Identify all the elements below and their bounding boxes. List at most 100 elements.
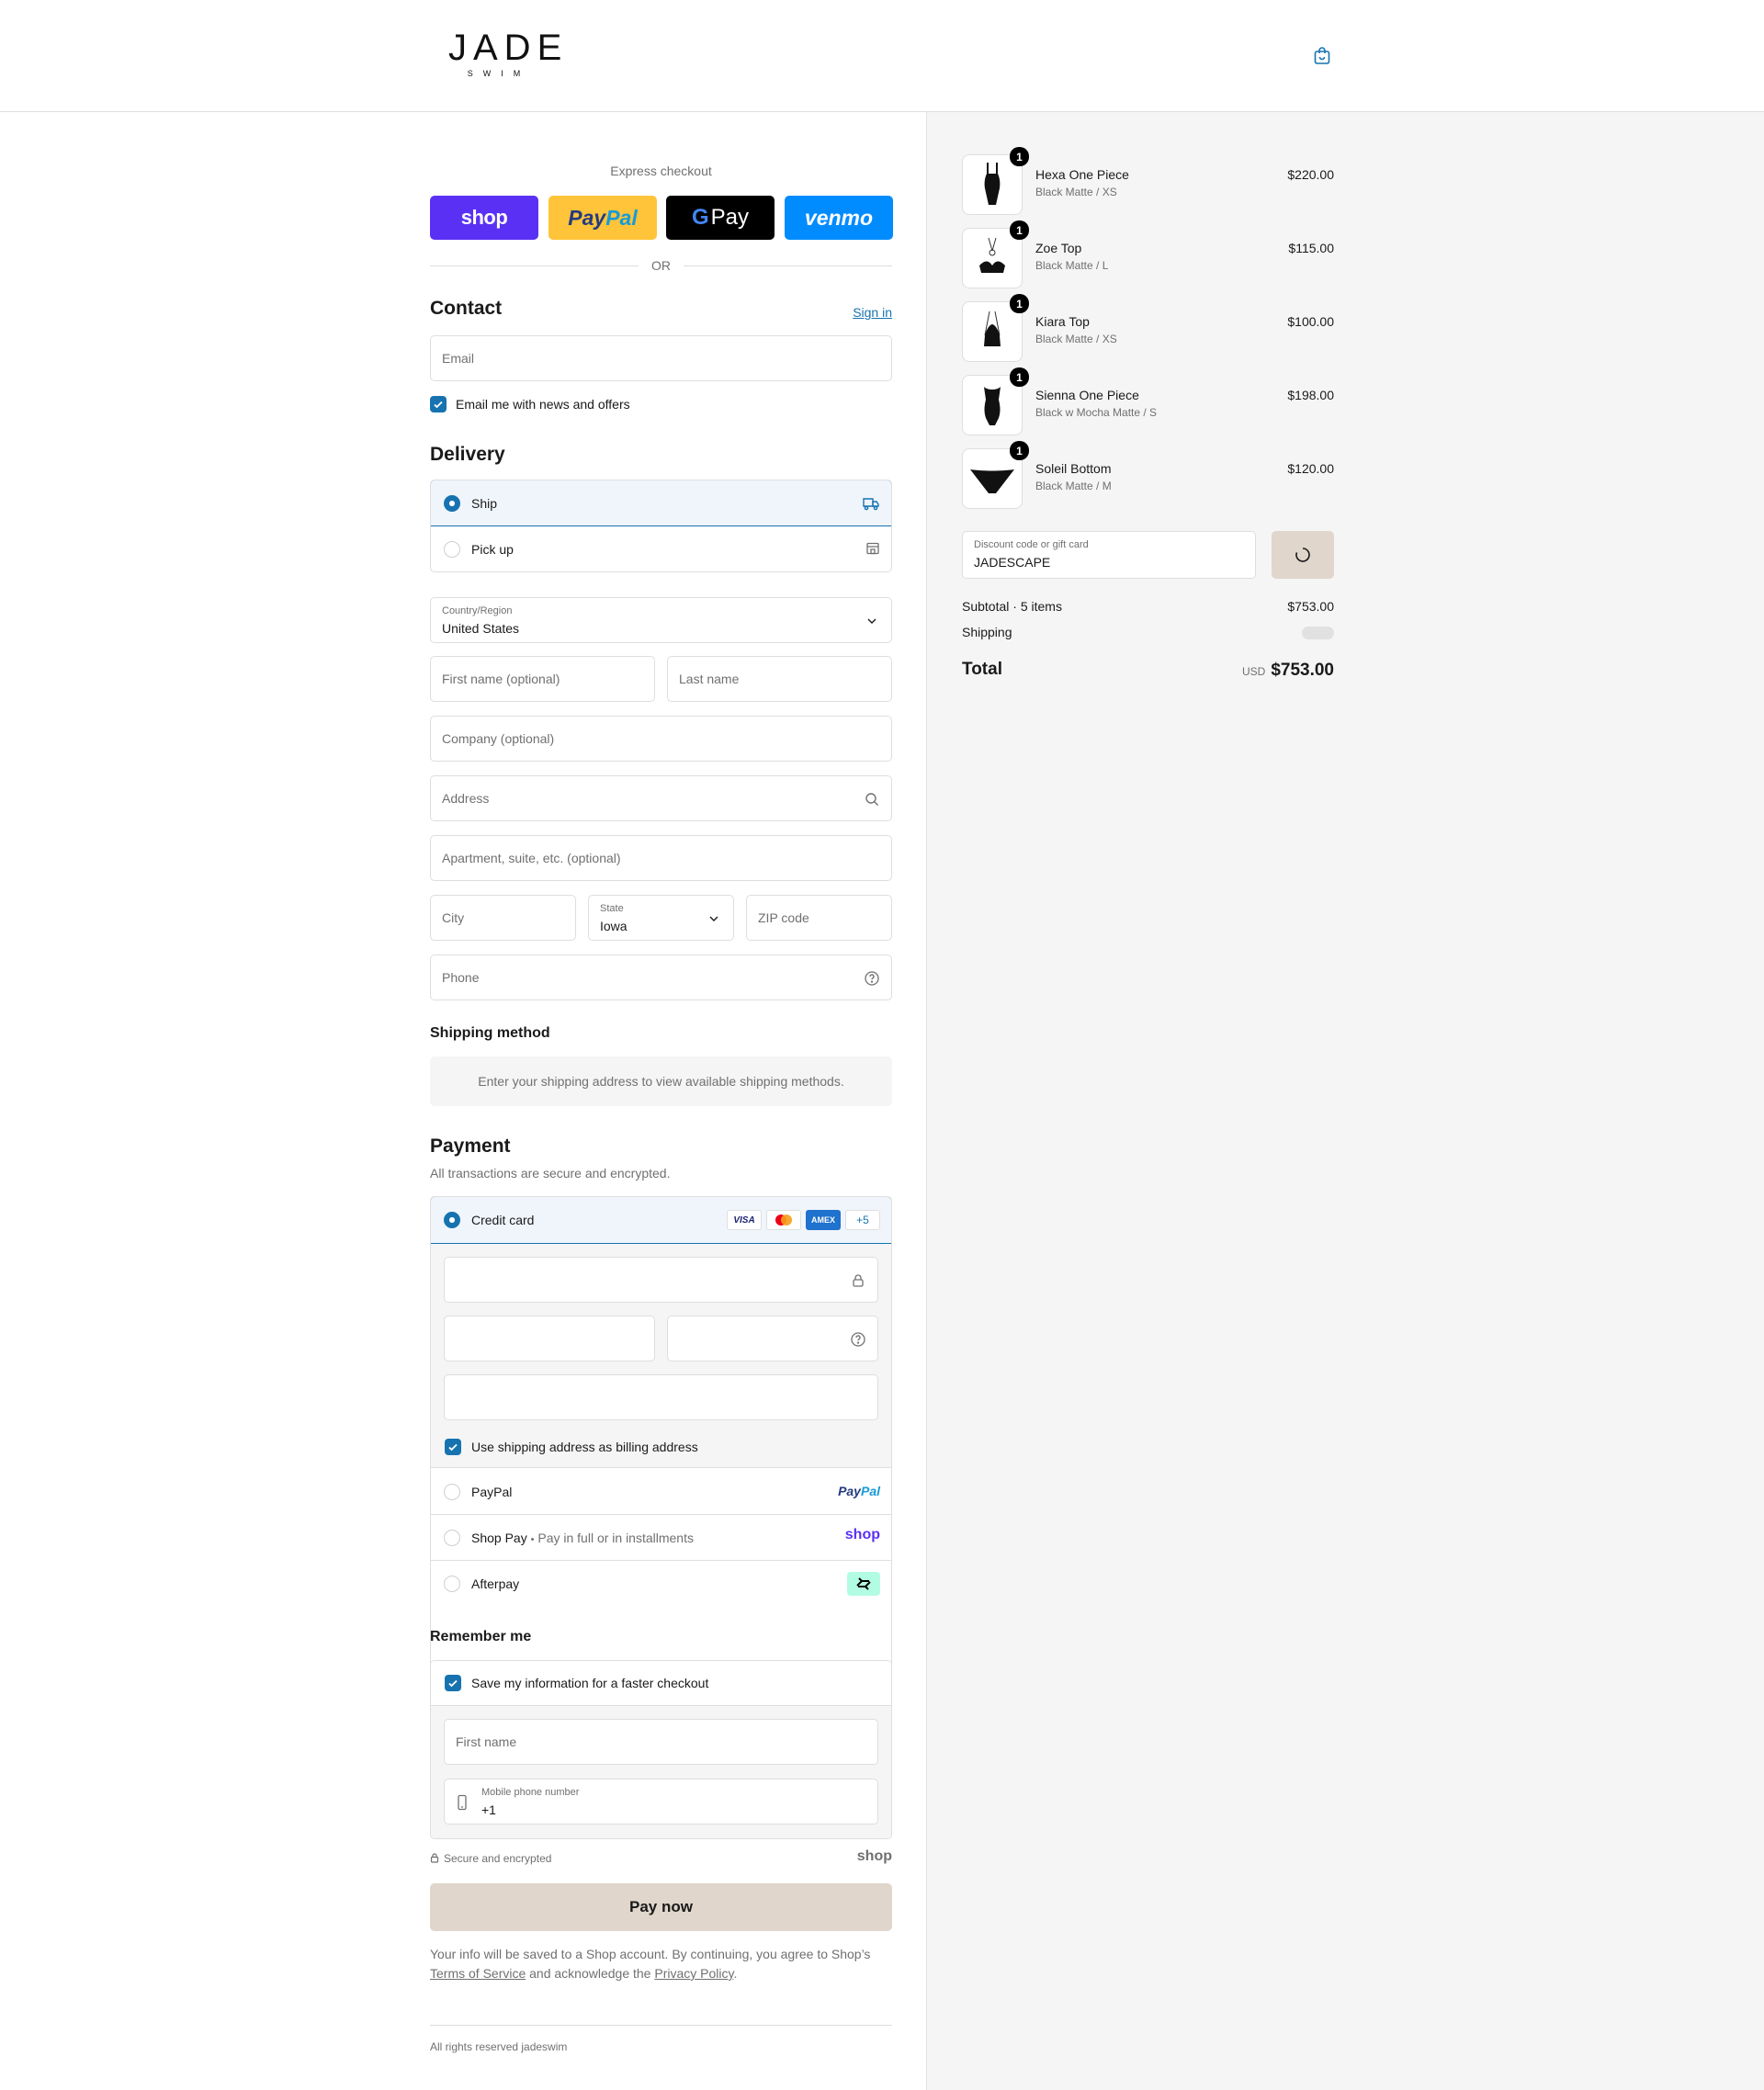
last-name-placeholder: Last name <box>679 672 740 686</box>
logo[interactable]: JADE SWIM <box>443 28 561 79</box>
line-item: 1 Soleil Bottom Black Matte / M $120.00 <box>962 441 1334 509</box>
discount-value: JADESCAPE <box>974 555 1051 570</box>
apply-discount-button[interactable] <box>1272 531 1334 579</box>
pickup-radio[interactable] <box>444 541 460 558</box>
venmo-express-button[interactable]: venmo <box>785 196 893 240</box>
paypal-logo: PayPal <box>838 1484 880 1498</box>
line-item: 1 Zoe Top Black Matte / L $115.00 <box>962 220 1334 288</box>
payment-option-afterpay[interactable]: Afterpay <box>431 1561 891 1607</box>
delivery-option-ship[interactable]: Ship <box>431 480 891 526</box>
subtotal-row: Subtotal · 5 items $753.00 <box>962 599 1334 614</box>
last-name-field[interactable]: Last name <box>667 656 892 702</box>
delivery-option-pickup[interactable]: Pick up <box>431 526 891 571</box>
pay-now-button[interactable]: Pay now <box>430 1883 892 1931</box>
city-field[interactable]: City <box>430 895 576 941</box>
product-variant: Black Matte / XS <box>1035 333 1117 345</box>
google-pay-express-button[interactable]: G Pay <box>666 196 775 240</box>
card-number-field[interactable] <box>444 1257 878 1303</box>
shop-logo: shop <box>460 206 508 229</box>
card-expiry-field[interactable] <box>444 1316 655 1361</box>
first-name-field[interactable]: First name (optional) <box>430 656 655 702</box>
country-select[interactable]: Country/Region United States <box>430 597 892 643</box>
billing-checkbox[interactable] <box>445 1439 461 1455</box>
legal-text-1: Your info will be saved to a Shop accoun… <box>430 1947 871 1961</box>
product-name: Sienna One Piece <box>1035 388 1139 402</box>
payment-option-shop-pay[interactable]: Shop Pay • Pay in full or in installment… <box>431 1515 891 1561</box>
help-icon[interactable] <box>850 1331 866 1348</box>
quantity-badge: 1 <box>1010 147 1029 166</box>
product-variant: Black Matte / M <box>1035 480 1112 492</box>
discount-code-field[interactable]: Discount code or gift card JADESCAPE <box>962 531 1256 579</box>
mobile-phone-icon <box>458 1794 467 1811</box>
legal-text-2: and acknowledge the <box>526 1966 655 1981</box>
paypal-logo-pay: Pay <box>568 205 606 230</box>
credit-card-label: Credit card <box>471 1213 535 1227</box>
quantity-badge: 1 <box>1010 220 1029 240</box>
product-price: $115.00 <box>1288 241 1334 255</box>
shop-pay-subtitle: Pay in full or in installments <box>537 1531 694 1545</box>
quantity-badge: 1 <box>1010 441 1029 460</box>
first-name-placeholder: First name (optional) <box>442 672 560 686</box>
shipping-label: Shipping <box>962 625 1012 639</box>
card-cvv-field[interactable] <box>667 1316 878 1361</box>
amex-icon: AMEX <box>806 1210 841 1230</box>
pickup-label: Pick up <box>471 542 514 557</box>
line-item: 1 Sienna One Piece Black w Mocha Matte /… <box>962 367 1334 435</box>
shop-logo: shop <box>856 1848 892 1864</box>
save-info-row[interactable]: Save my information for a faster checkou… <box>431 1661 891 1706</box>
save-info-checkbox[interactable] <box>445 1675 461 1691</box>
paypal-logo-pal: Pal <box>605 205 638 230</box>
line-item: 1 Kiara Top Black Matte / XS $100.00 <box>962 294 1334 362</box>
phone-field[interactable]: Phone <box>430 955 892 1000</box>
lock-icon <box>430 1853 439 1863</box>
remember-me-group: Save my information for a faster checkou… <box>430 1660 892 1839</box>
discount-label: Discount code or gift card <box>974 539 1089 550</box>
shop-pay-radio[interactable] <box>444 1530 460 1546</box>
credit-card-radio[interactable] <box>444 1212 460 1228</box>
remember-first-name-field[interactable]: First name <box>444 1719 878 1765</box>
payment-option-paypal[interactable]: PayPal PayPal <box>431 1469 891 1515</box>
card-name-field[interactable] <box>444 1374 878 1420</box>
total-value: $753.00 <box>1271 661 1334 680</box>
phone-placeholder: Phone <box>442 970 480 985</box>
paypal-logo-pal: Pal <box>860 1484 880 1498</box>
email-field[interactable]: Email <box>430 335 892 381</box>
delivery-method-group: Ship Pick up <box>430 480 892 572</box>
company-field[interactable]: Company (optional) <box>430 716 892 762</box>
paypal-express-button[interactable]: Pay Pal <box>548 196 657 240</box>
product-price: $220.00 <box>1287 167 1334 182</box>
chevron-down-icon <box>709 916 718 921</box>
apartment-field[interactable]: Apartment, suite, etc. (optional) <box>430 835 892 881</box>
zip-field[interactable]: ZIP code <box>746 895 892 941</box>
payment-option-credit-card[interactable]: Credit card VISA AMEX +5 <box>431 1197 891 1244</box>
truck-icon <box>863 498 879 511</box>
afterpay-radio[interactable] <box>444 1576 460 1592</box>
shop-pay-label: Shop Pay • Pay in full or in installment… <box>471 1531 694 1545</box>
shop-pay-express-button[interactable]: shop <box>430 196 538 240</box>
shop-pay-name: Shop Pay <box>471 1531 527 1545</box>
product-variant: Black w Mocha Matte / S <box>1035 406 1158 419</box>
sign-in-link[interactable]: Sign in <box>853 305 892 320</box>
ship-radio[interactable] <box>444 495 460 512</box>
product-price: $198.00 <box>1287 388 1334 402</box>
delivery-heading: Delivery <box>430 444 505 465</box>
currency-code: USD <box>1241 665 1266 678</box>
quantity-badge: 1 <box>1010 367 1029 387</box>
terms-of-service-link[interactable]: Terms of Service <box>430 1966 526 1981</box>
total-amount: USD $753.00 <box>1242 661 1334 681</box>
shipping-row: Shipping <box>962 625 1334 639</box>
mobile-phone-field[interactable]: Mobile phone number +1 <box>444 1779 878 1825</box>
newsletter-checkbox[interactable] <box>430 396 447 412</box>
cart-button[interactable] <box>1311 45 1333 67</box>
help-icon[interactable] <box>864 970 880 987</box>
privacy-policy-link[interactable]: Privacy Policy <box>654 1966 733 1981</box>
store-icon <box>866 542 879 555</box>
state-select[interactable]: State Iowa <box>588 895 734 941</box>
quantity-badge: 1 <box>1010 294 1029 313</box>
address-field[interactable]: Address <box>430 775 892 821</box>
billing-label: Use shipping address as billing address <box>471 1440 698 1454</box>
product-variant: Black Matte / L <box>1035 259 1109 272</box>
chevron-down-icon <box>867 618 876 624</box>
paypal-radio[interactable] <box>444 1484 460 1500</box>
product-name: Soleil Bottom <box>1035 461 1112 476</box>
